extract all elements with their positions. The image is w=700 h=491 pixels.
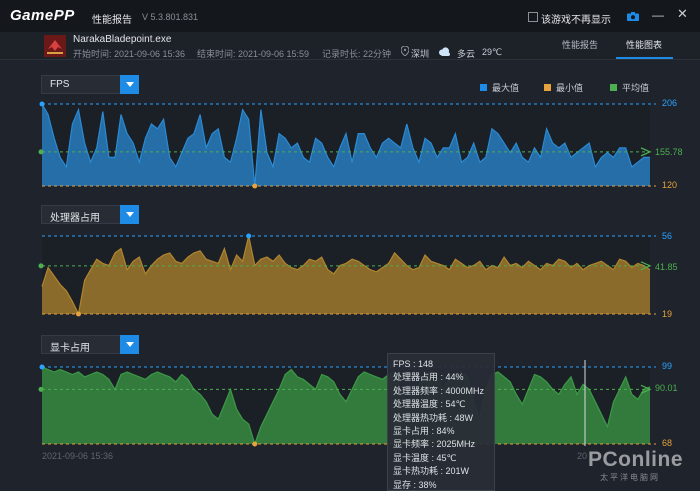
tooltip-gpu-power: 显卡热功耗 : 201W: [393, 466, 470, 477]
fps-min-point: [252, 183, 258, 189]
chevron-down-icon[interactable]: [120, 205, 139, 224]
tooltip-cpu-freq: 处理器频率 : 4000MHz: [393, 385, 485, 396]
fps-max-point: [39, 101, 45, 107]
metric-selector-label: 处理器占用: [50, 213, 100, 224]
tooltip-gpu-temp: 显卡温度 : 45℃: [393, 452, 457, 463]
watermark-logo: PConline: [588, 448, 684, 471]
tooltip-cpu-power: 处理器热功耗 : 48W: [393, 412, 474, 423]
tooltip-cpu-usage: 处理器占用 : 44%: [393, 372, 464, 383]
legend-max-swatch: [480, 84, 487, 91]
fps-min-label: 120: [662, 180, 678, 190]
timeline-start-date: 2021-09-06 15:36: [42, 451, 114, 461]
tooltip-fps: FPS : 148: [393, 359, 434, 369]
tooltip-cpu-temp: 处理器温度 : 54℃: [393, 399, 466, 410]
legend-avg-label: 平均值: [622, 83, 650, 93]
legend-min-swatch: [544, 84, 551, 91]
gpu-min-point: [252, 441, 258, 447]
cpu-avg-label: 41.85: [655, 262, 678, 272]
chevron-down-icon[interactable]: [120, 75, 139, 94]
chevron-down-icon[interactable]: [120, 335, 139, 354]
gpu-avg-label: 90.01: [655, 383, 678, 393]
gpu-max-point: [39, 364, 45, 370]
gpu-min-label: 68: [662, 438, 673, 448]
metric-selector-label: FPS: [50, 79, 70, 90]
fps-avg-label: 155.78: [655, 147, 683, 157]
cpu-min-point: [75, 311, 81, 317]
legend-avg-swatch: [610, 84, 617, 91]
timeline-end-date: 20: [577, 451, 588, 461]
fps-max-label: 206: [662, 98, 678, 108]
metric-selector-fps[interactable]: FPS: [41, 75, 139, 94]
legend-max-label: 最大值: [492, 83, 520, 93]
metric-selector-cpu[interactable]: 处理器占用: [41, 205, 139, 224]
cpu-avg-dot: [38, 263, 44, 269]
gpu-avg-dot: [38, 386, 44, 392]
legend-min-label: 最小值: [556, 83, 584, 93]
tooltip-gpu-usage: 显卡占用 : 84%: [393, 426, 455, 437]
data-tooltip: FPS : 148 处理器占用 : 44% 处理器频率 : 4000MHz 处理…: [387, 353, 495, 491]
metric-selector-gpu[interactable]: 显卡占用: [41, 335, 139, 354]
performance-charts: [38, 101, 656, 447]
gpu-max-label: 99: [662, 361, 673, 371]
watermark-subtitle: 太平洋电脑网: [600, 473, 660, 482]
cpu-min-label: 19: [662, 309, 673, 319]
fps-avg-dot: [38, 149, 44, 155]
cpu-max-point: [246, 233, 252, 239]
tooltip-gpu-freq: 显卡频率 : 2025MHz: [393, 439, 476, 450]
cpu-max-label: 56: [662, 231, 673, 241]
metric-selector-label: 显卡占用: [50, 343, 90, 354]
tooltip-vram: 显存 : 38%: [393, 479, 437, 490]
